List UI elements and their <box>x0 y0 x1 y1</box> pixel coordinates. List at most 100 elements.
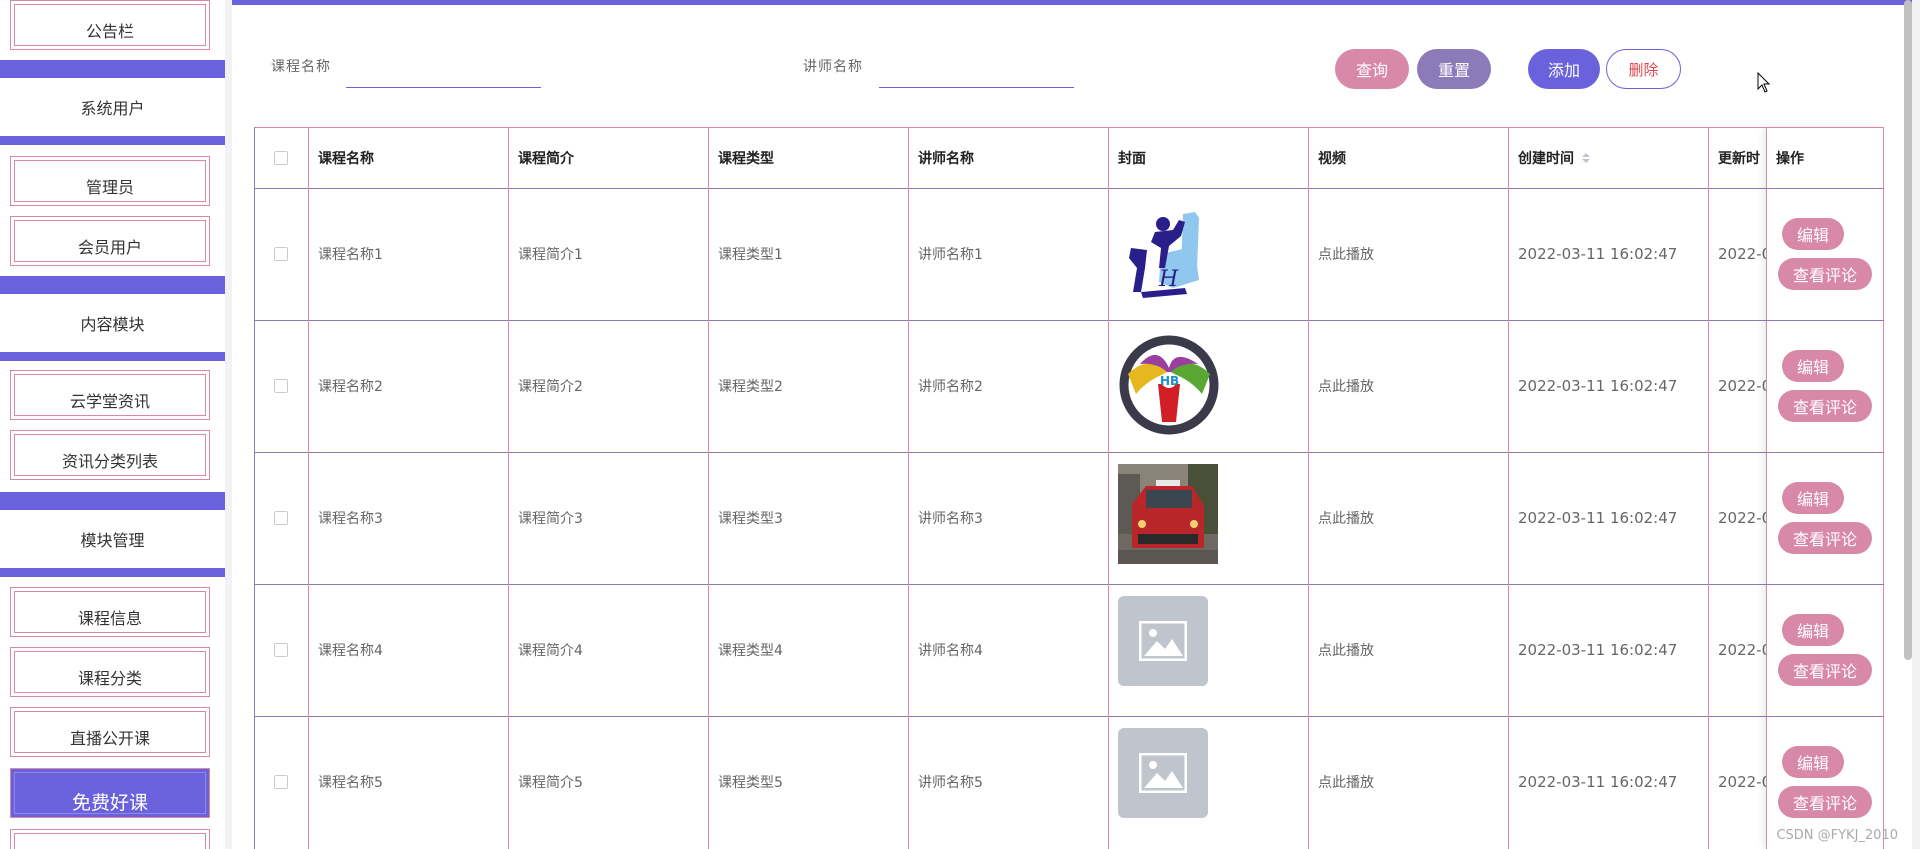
row-checkbox[interactable] <box>274 379 288 393</box>
header-course-intro: 课程简介 <box>518 150 574 167</box>
row-select-cell <box>254 188 308 320</box>
view-reviews-button[interactable]: 查看评论 <box>1778 258 1872 290</box>
sidebar-item-admin[interactable]: 管理员 <box>10 156 210 206</box>
sidebar-item-course-info[interactable]: 课程信息 <box>10 587 210 637</box>
sidebar-item-notice[interactable]: 公告栏 <box>10 0 210 50</box>
cell-video-link[interactable]: 点此播放 <box>1308 584 1508 716</box>
view-reviews-button[interactable]: 查看评论 <box>1778 390 1872 422</box>
cell-video-link[interactable]: 点此播放 <box>1308 452 1508 584</box>
svg-text:HB: HB <box>1160 374 1179 388</box>
header-created-time[interactable]: 创建时间 <box>1508 127 1708 188</box>
sidebar-item-news-categories[interactable]: 资讯分类列表 <box>10 430 210 480</box>
cell-course-type: 课程类型5 <box>718 775 783 791</box>
sidebar-item-course-categories[interactable]: 课程分类 <box>10 647 210 697</box>
cell-course-intro: 课程简介5 <box>518 775 583 791</box>
course-table: 课程名称 课程简介 课程类型 讲师名称 封面 视频 创建时间 更新时 课程名称1… <box>254 127 1884 849</box>
header-video: 视频 <box>1318 150 1346 167</box>
cell-course-type: 课程类型1 <box>718 247 783 263</box>
vertical-scrollbar[interactable] <box>1904 0 1912 660</box>
view-reviews-button[interactable]: 查看评论 <box>1778 522 1872 554</box>
cell-course-name: 课程名称2 <box>318 379 383 395</box>
cell-course-type: 课程类型2 <box>718 379 783 395</box>
sidebar-divider <box>0 136 225 145</box>
sidebar-group-system-users[interactable]: 系统用户 <box>0 78 225 136</box>
cell-teacher-name: 讲师名称4 <box>918 643 983 659</box>
row-checkbox[interactable] <box>274 511 288 525</box>
cell-course-intro: 课程简介2 <box>518 379 583 395</box>
row-select-cell <box>254 452 308 584</box>
edit-button[interactable]: 编辑 <box>1782 746 1844 778</box>
cell-course-intro: 课程简介4 <box>518 643 583 659</box>
header-course-type: 课程类型 <box>718 150 774 167</box>
row-checkbox[interactable] <box>274 775 288 789</box>
cell-course-intro: 课程简介3 <box>518 511 583 527</box>
row-checkbox[interactable] <box>274 643 288 657</box>
query-button[interactable]: 查询 <box>1335 49 1409 89</box>
row-checkbox[interactable] <box>274 247 288 261</box>
edit-button[interactable]: 编辑 <box>1782 614 1844 646</box>
cell-course-name: 课程名称3 <box>318 511 383 527</box>
cell-created-time: 2022-03-11 16:02:47 <box>1518 245 1678 263</box>
cell-created-time: 2022-03-11 16:02:47 <box>1518 377 1678 395</box>
course-name-input[interactable] <box>346 60 541 88</box>
sidebar-item-more[interactable] <box>10 829 210 849</box>
cover-steering-wheel-logo: HB <box>1119 335 1219 435</box>
sidebar-item-live-courses[interactable]: 直播公开课 <box>10 707 210 757</box>
teacher-name-input[interactable] <box>879 60 1074 88</box>
teacher-name-label: 讲师名称 <box>803 59 863 75</box>
sidebar-group-modules[interactable]: 模块管理 <box>0 510 225 568</box>
cell-video-link[interactable]: 点此播放 <box>1308 188 1508 320</box>
select-all-checkbox[interactable] <box>274 150 288 165</box>
image-placeholder-icon <box>1139 753 1187 793</box>
header-course-name: 课程名称 <box>318 150 374 167</box>
cell-teacher-name: 讲师名称5 <box>918 775 983 791</box>
cover-seat-logo: H <box>1129 212 1199 298</box>
header-actions: 操作 <box>1776 150 1804 167</box>
view-reviews-button[interactable]: 查看评论 <box>1778 786 1872 818</box>
header-cover: 封面 <box>1118 150 1146 167</box>
row-select-cell <box>254 716 308 848</box>
cell-course-name: 课程名称5 <box>318 775 383 791</box>
header-teacher-name: 讲师名称 <box>918 150 974 167</box>
sidebar-group-content[interactable]: 内容模块 <box>0 294 225 352</box>
sidebar-item-news[interactable]: 云学堂资讯 <box>10 370 210 420</box>
mouse-cursor-icon <box>1757 72 1771 93</box>
delete-button[interactable]: 删除 <box>1606 49 1681 89</box>
edit-button[interactable]: 编辑 <box>1782 350 1844 382</box>
course-name-label: 课程名称 <box>271 59 331 75</box>
header-updated-time: 更新时 <box>1718 150 1760 167</box>
sidebar-divider <box>0 492 225 510</box>
sidebar-divider <box>0 568 225 577</box>
row-select-cell <box>254 320 308 452</box>
cell-updated-time: 2022-0 <box>1718 641 1768 659</box>
operation-column: 操作 编辑 查看评论 编辑 查看评论 编辑 查看评论 编辑 查看评论 编辑 查看… <box>1766 127 1884 849</box>
reset-button[interactable]: 重置 <box>1417 49 1491 89</box>
table-border <box>1108 127 1109 849</box>
edit-button[interactable]: 编辑 <box>1782 482 1844 514</box>
cell-updated-time: 2022-0 <box>1718 245 1768 263</box>
cell-teacher-name: 讲师名称3 <box>918 511 983 527</box>
sidebar-item-members[interactable]: 会员用户 <box>10 216 210 266</box>
cell-course-name: 课程名称1 <box>318 247 383 263</box>
sidebar-divider <box>0 276 225 294</box>
cell-updated-time: 2022-0 <box>1718 509 1768 527</box>
cell-course-name: 课程名称4 <box>318 643 383 659</box>
view-reviews-button[interactable]: 查看评论 <box>1778 654 1872 686</box>
cover-image-placeholder <box>1118 728 1208 818</box>
cell-teacher-name: 讲师名称1 <box>918 247 983 263</box>
add-button[interactable]: 添加 <box>1528 49 1600 89</box>
edit-button[interactable]: 编辑 <box>1782 218 1844 250</box>
cell-course-type: 课程类型4 <box>718 643 783 659</box>
image-placeholder-icon <box>1139 621 1187 661</box>
top-accent-line <box>232 0 1912 5</box>
cell-created-time: 2022-03-11 16:02:47 <box>1518 773 1678 791</box>
sort-icon[interactable] <box>1582 152 1590 163</box>
cell-video-link[interactable]: 点此播放 <box>1308 716 1508 848</box>
sidebar-divider <box>0 60 225 78</box>
cell-video-link[interactable]: 点此播放 <box>1308 320 1508 452</box>
cell-created-time: 2022-03-11 16:02:47 <box>1518 641 1678 659</box>
main-content: 课程名称 讲师名称 查询 重置 添加 删除 课程名称 课程简介 课程类型 讲师名… <box>232 0 1912 849</box>
sidebar-item-free-courses[interactable]: 免费好课 <box>10 768 210 818</box>
row-select-cell <box>254 584 308 716</box>
cell-teacher-name: 讲师名称2 <box>918 379 983 395</box>
